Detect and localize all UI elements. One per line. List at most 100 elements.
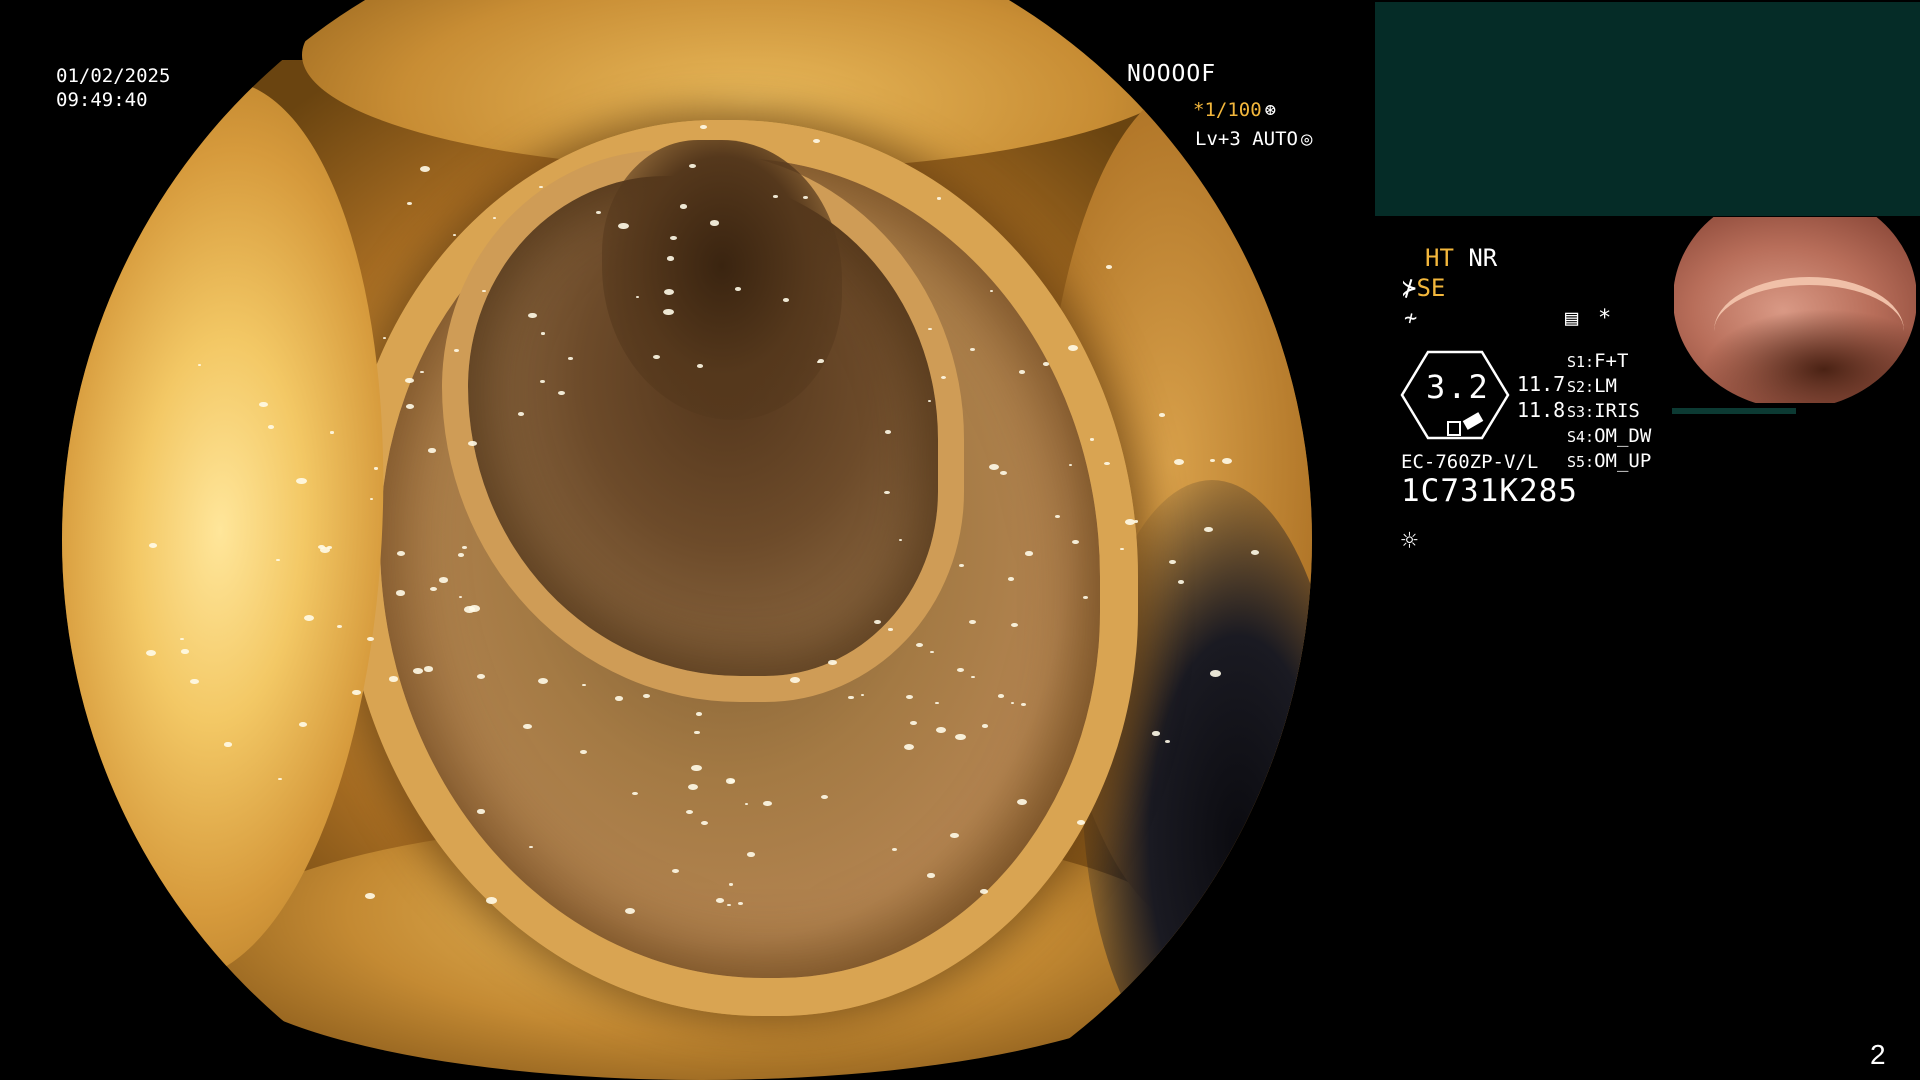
specular-glint	[453, 234, 457, 236]
specular-glint	[941, 376, 946, 379]
specular-glint	[1169, 560, 1176, 564]
specular-glint	[625, 908, 635, 914]
specular-glint	[181, 649, 189, 654]
thumbnail-status-bar	[1672, 408, 1796, 414]
setting-s4: S4:OM_DW	[1567, 425, 1651, 448]
specular-glint	[861, 694, 864, 696]
specular-glint	[428, 448, 436, 453]
thumbnail-endoscopic-view	[1674, 217, 1916, 403]
date-text: 01/02/2025	[56, 65, 171, 87]
specular-glint	[268, 425, 275, 429]
specular-glint	[1210, 670, 1221, 677]
specular-glint	[672, 869, 679, 873]
specular-glint	[950, 833, 959, 839]
structure-enhance-icon: ⊁	[1402, 274, 1417, 302]
specular-glint	[998, 694, 1004, 698]
specular-glint	[539, 186, 543, 189]
specular-glint	[936, 727, 946, 733]
setting-value: IRIS	[1594, 400, 1640, 422]
aperture-icon: ⊛	[1264, 99, 1277, 121]
specular-glint	[763, 801, 772, 807]
specular-glint	[927, 873, 935, 878]
specular-glint	[888, 628, 893, 631]
specular-glint	[729, 883, 734, 886]
specular-glint	[389, 676, 399, 682]
mucosal-fold-left	[62, 71, 406, 989]
specular-glint	[735, 287, 741, 291]
specular-glint	[420, 371, 424, 374]
specular-glint	[1222, 458, 1232, 464]
specular-glint	[1043, 362, 1050, 366]
specular-glint	[1011, 623, 1018, 627]
specular-glint	[906, 695, 913, 700]
specular-glint	[773, 195, 778, 198]
specular-glint	[1025, 551, 1033, 556]
specular-glint	[493, 217, 497, 219]
specular-glint	[680, 204, 688, 209]
filter-wave-icon: ≁	[1404, 306, 1418, 331]
specular-glint	[486, 897, 497, 904]
specular-glint	[1210, 459, 1215, 462]
specular-glint	[259, 402, 268, 408]
specular-glint	[710, 220, 720, 226]
specular-glint	[899, 539, 903, 541]
specular-glint	[1011, 702, 1015, 704]
readout-value-1: 11.7	[1517, 372, 1566, 396]
specular-glint	[352, 690, 361, 696]
specular-glint	[980, 889, 988, 894]
specular-glint	[916, 643, 923, 648]
specular-glint	[407, 202, 412, 205]
specular-glint	[397, 551, 405, 556]
thumbnail-image[interactable]	[1672, 217, 1920, 407]
mode-code: NOOOOF	[1127, 61, 1217, 87]
specular-glint	[370, 498, 374, 500]
setting-value: OM_UP	[1594, 450, 1652, 472]
specular-glint	[383, 337, 387, 340]
endoscopy-screen: 01/02/2025 09:49:40 NOOOOF *1/100 ⊛ Lv+3 …	[0, 0, 1920, 1080]
secondary-display-panel	[1375, 2, 1920, 216]
specular-glint	[700, 125, 707, 129]
specular-glint	[1159, 413, 1166, 417]
specular-glint	[299, 722, 308, 727]
specular-glint	[469, 605, 480, 612]
setting-s3: S3:IRIS	[1567, 400, 1640, 423]
brightness-icon: ☼	[1401, 524, 1418, 557]
gauge-value: 3.2	[1426, 368, 1490, 406]
zoom-text: *1/100	[1193, 99, 1262, 121]
specular-glint	[1068, 345, 1078, 351]
specular-glint	[884, 491, 890, 495]
se-label: SE	[1416, 274, 1446, 302]
specular-glint	[198, 364, 202, 366]
specular-glint	[430, 587, 437, 592]
specular-glint	[1165, 740, 1170, 743]
specular-glint	[1017, 799, 1027, 805]
ht-label: HT	[1425, 244, 1454, 272]
setting-key: S2:	[1567, 378, 1595, 396]
specular-glint	[1152, 731, 1160, 736]
specular-glint	[653, 355, 660, 359]
endoscopic-image	[62, 0, 1312, 1080]
setting-value: OM_DW	[1594, 425, 1652, 447]
specular-glint	[396, 590, 406, 596]
thumbnail-fold	[1714, 277, 1904, 385]
specular-glint	[468, 441, 477, 447]
specular-glint	[1019, 370, 1026, 374]
scope-model: EC-760ZP-V/L	[1401, 451, 1539, 473]
specular-glint	[716, 898, 725, 903]
specular-glint	[330, 431, 335, 434]
specular-glint	[989, 464, 1000, 470]
setting-key: S4:	[1567, 428, 1595, 446]
specular-glint	[885, 430, 892, 434]
specular-glint	[729, 779, 736, 783]
specular-glint	[970, 348, 975, 351]
setting-value: LM	[1594, 375, 1617, 397]
specular-glint	[696, 712, 702, 716]
setting-key: S5:	[1567, 453, 1595, 471]
specular-glint	[1072, 540, 1079, 544]
setting-key: S3:	[1567, 403, 1595, 421]
zoom-readout: *1/100 ⊛	[1193, 98, 1276, 122]
specular-glint	[224, 742, 232, 747]
specular-glint	[783, 298, 790, 302]
datetime-readout: 01/02/2025 09:49:40	[56, 64, 170, 112]
ht-nr-status: HT NR	[1425, 245, 1497, 271]
